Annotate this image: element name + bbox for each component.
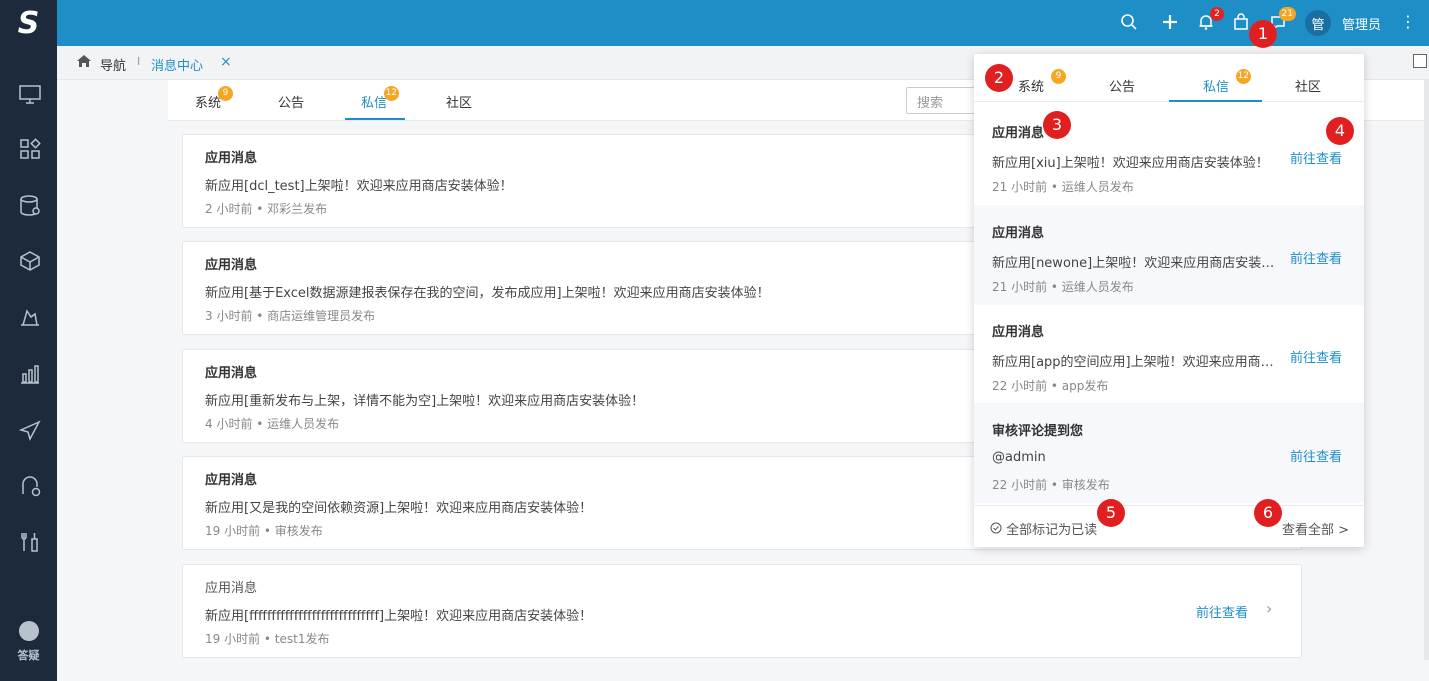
message-popup: 系统 9 公告 私信 12 社区 应用消息 新应用[xiu]上架啦！欢迎来应用商店安… [974, 54, 1364, 547]
view-link[interactable]: 前往查看 [1290, 148, 1342, 167]
apps-icon[interactable] [18, 137, 42, 161]
search-icon[interactable] [1117, 10, 1141, 34]
view-link[interactable]: 前往查看 [1196, 602, 1248, 621]
tab-community[interactable]: 社区 [446, 92, 472, 111]
tab-system[interactable]: 系统 9 [195, 86, 234, 111]
popup-item-title: 审核评论提到您 [992, 424, 1084, 439]
tab-announcement[interactable]: 公告 [278, 92, 304, 111]
marker-6: 6 [1254, 499, 1282, 527]
monitor-icon[interactable] [18, 82, 42, 106]
package-icon[interactable] [18, 249, 42, 273]
message-meta: 2 小时前 • 邓彩兰发布 [205, 202, 328, 216]
tab-private-badge: 12 [383, 86, 400, 101]
workflow-icon[interactable] [18, 474, 42, 498]
message-title: 应用消息 [205, 366, 258, 381]
add-icon[interactable] [1158, 10, 1182, 34]
popup-item-meta: 22 小时前 • app发布 [992, 379, 1109, 393]
more-menu-icon[interactable]: ⋮ [1400, 12, 1416, 31]
top-bar: S 2 21 管 管理员 ⋮ [0, 0, 1429, 46]
marker-5: 5 [1097, 499, 1125, 527]
help-label: 答疑 [17, 649, 40, 662]
popup-tab-system[interactable]: 系统 9 [1018, 69, 1067, 95]
popup-item-title: 应用消息 [992, 126, 1045, 141]
design-icon[interactable] [18, 305, 42, 329]
message-meta: 19 小时前 • 审核发布 [205, 524, 323, 538]
message-body: 新应用[基于Excel数据源建报表保存在我的空间，发布成应用]上架啦！欢迎来应用… [205, 286, 770, 301]
message-title: 应用消息 [205, 151, 258, 166]
popup-item-meta: 21 小时前 • 运维人员发布 [992, 180, 1134, 194]
view-all-link[interactable]: 查看全部 > [1282, 519, 1349, 538]
marker-4: 4 [1326, 117, 1354, 145]
message-body: 新应用[重新发布与上架，详情不能为空]上架啦！欢迎来应用商店安装体验！ [205, 394, 645, 409]
nav-link[interactable]: 导航 [100, 55, 126, 74]
message-title: 应用消息 [205, 473, 258, 488]
popup-tab-private-badge: 12 [1235, 69, 1252, 84]
message-meta: 4 小时前 • 运维人员发布 [205, 417, 340, 431]
popup-tab-announcement[interactable]: 公告 [1109, 76, 1135, 95]
popup-item-title: 应用消息 [992, 325, 1045, 340]
mark-all-read-label: 全部标记为已读 [1006, 523, 1098, 538]
close-tab-icon[interactable]: × [220, 54, 232, 70]
popup-item-meta: 21 小时前 • 运维人员发布 [992, 280, 1134, 294]
help-button[interactable]: 答疑 [0, 621, 57, 663]
popup-item-body: 新应用[xiu]上架啦！欢迎来应用商店安装体验！ [992, 156, 1269, 171]
view-link[interactable]: 前往查看 [1290, 248, 1342, 267]
popup-item-body: 新应用[newone]上架啦！欢迎来应用商店安装体验！ [992, 256, 1282, 271]
message-body: 新应用[又是我的空间依赖资源]上架啦！欢迎来应用商店安装体验！ [205, 501, 593, 516]
popup-active-tab-underline [1169, 100, 1262, 102]
popup-tab-private[interactable]: 私信 12 [1203, 69, 1252, 95]
view-link[interactable]: 前往查看 [1290, 446, 1342, 465]
tab-message-center[interactable]: 消息中心 [151, 55, 203, 74]
maximize-icon[interactable] [1413, 54, 1427, 68]
popup-footer: 全部标记为已读 查看全部 > [974, 505, 1364, 547]
message-title: 应用消息 [205, 258, 258, 273]
send-icon[interactable] [18, 419, 42, 443]
marker-2: 2 [985, 64, 1013, 92]
view-link[interactable]: 前往查看 [1290, 347, 1342, 366]
scrollbar[interactable] [1424, 80, 1429, 660]
bell-badge: 2 [1210, 7, 1224, 21]
mark-all-read-button[interactable]: 全部标记为已读 [990, 519, 1097, 538]
popup-item[interactable]: 应用消息 新应用[app的空间应用]上架啦！欢迎来应用商店安装体验！ 22 小时… [974, 304, 1364, 404]
message-meta: 3 小时前 • 商店运维管理员发布 [205, 309, 376, 323]
popup-item[interactable]: 应用消息 新应用[xiu]上架啦！欢迎来应用商店安装体验！ 21 小时前 • 运… [974, 105, 1364, 205]
database-icon[interactable] [18, 194, 42, 218]
popup-item-title: 应用消息 [992, 226, 1045, 241]
bell-icon[interactable]: 2 [1194, 7, 1224, 34]
popup-tab-system-badge: 9 [1051, 69, 1067, 84]
home-icon[interactable] [76, 54, 92, 72]
popup-item[interactable]: 审核评论提到您 @admin 22 小时前 • 审核发布 前往查看 [974, 403, 1364, 503]
popup-item-body: 新应用[app的空间应用]上架啦！欢迎来应用商店安装体验！ [992, 355, 1282, 370]
avatar[interactable]: 管 [1305, 10, 1331, 36]
message-meta: 19 小时前 • test1发布 [205, 632, 330, 646]
check-circle-icon [990, 522, 1002, 534]
breadcrumb-separator: I [137, 55, 141, 68]
tab-private[interactable]: 私信 12 [361, 86, 400, 111]
chart-icon[interactable] [18, 362, 42, 386]
message-card[interactable]: 应用消息 新应用[fffffffffffffffffffffffffffff]上… [182, 564, 1302, 658]
popup-item-body: @admin [992, 450, 1046, 465]
marker-3: 3 [1043, 111, 1071, 139]
popup-item-meta: 22 小时前 • 审核发布 [992, 478, 1110, 492]
popup-tab-community[interactable]: 社区 [1295, 76, 1321, 95]
chevron-right-icon[interactable]: › [1266, 599, 1272, 618]
tools-icon[interactable] [18, 530, 42, 554]
marker-1: 1 [1249, 20, 1277, 48]
headset-icon [18, 621, 39, 641]
popup-tabs: 系统 9 公告 私信 12 社区 [974, 54, 1364, 102]
message-body: 新应用[dcl_test]上架啦！欢迎来应用商店安装体验！ [205, 179, 513, 194]
username[interactable]: 管理员 [1342, 14, 1381, 33]
popup-item[interactable]: 应用消息 新应用[newone]上架啦！欢迎来应用商店安装体验！ 21 小时前 … [974, 205, 1364, 305]
message-body: 新应用[fffffffffffffffffffffffffffff]上架啦！欢迎… [205, 609, 593, 624]
message-title: 应用消息 [205, 581, 258, 596]
active-tab-underline [345, 118, 405, 120]
app-logo[interactable]: S [0, 0, 57, 46]
message-badge: 21 [1278, 7, 1296, 21]
sidebar: 答疑 [0, 46, 57, 681]
tab-system-badge: 9 [218, 86, 234, 101]
